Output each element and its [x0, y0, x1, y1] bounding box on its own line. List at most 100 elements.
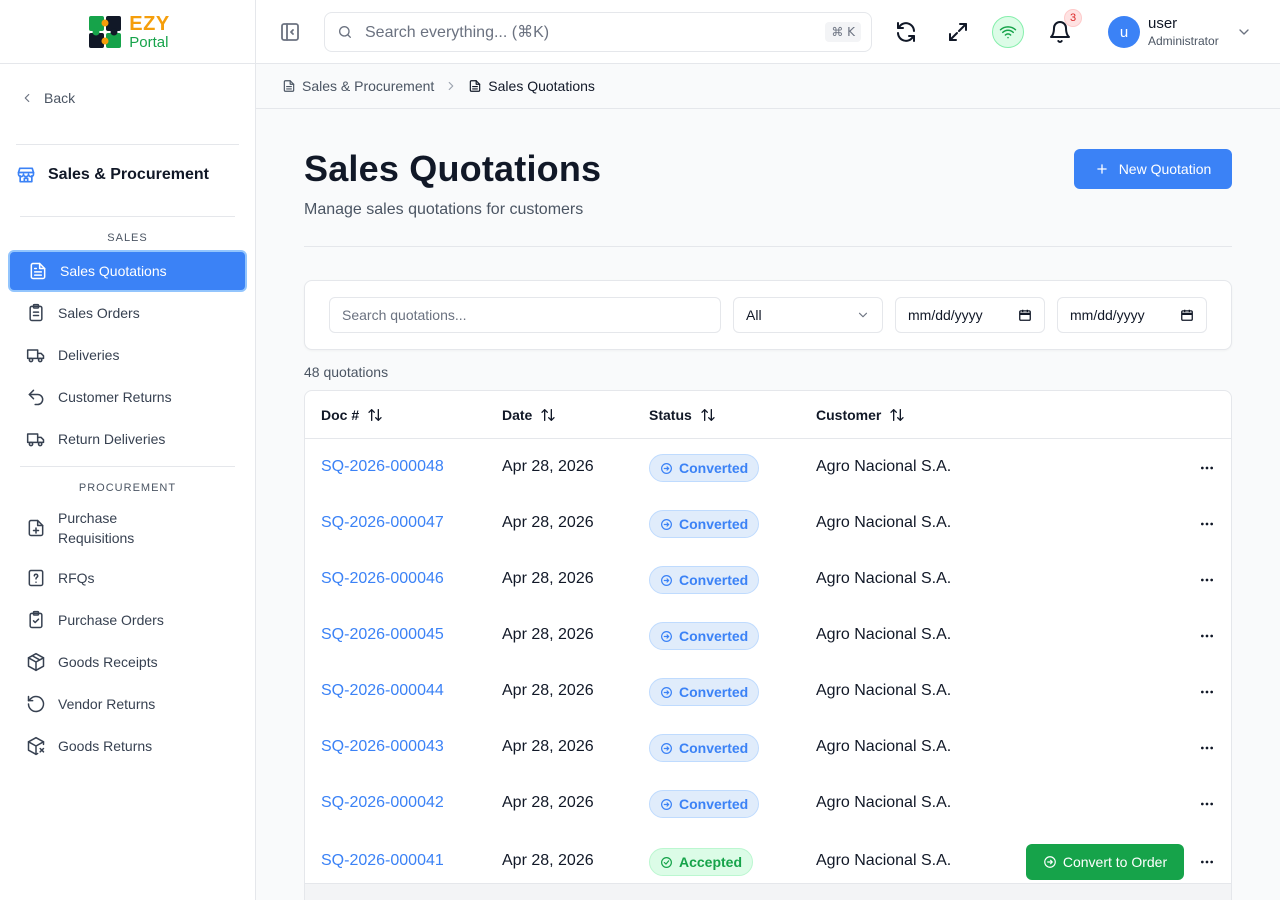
sidebar-item-purchase-requisitions[interactable]: Purchase Requisitions — [8, 506, 247, 550]
date-from-input[interactable]: mm/dd/yyyy — [895, 297, 1045, 333]
table-row[interactable]: SQ-2026-000048 Apr 28, 2026 Converted Agro … — [305, 440, 1231, 496]
row-customer: Agro Nacional S.A. — [816, 626, 952, 643]
column-header-status[interactable]: Status — [649, 407, 716, 423]
column-header-date[interactable]: Date — [502, 407, 556, 423]
doc-number-link[interactable]: SQ-2026-000045 — [321, 626, 444, 644]
convert-to-order-label: Convert to Order — [1062, 854, 1168, 870]
file-question-icon — [28, 569, 44, 587]
doc-number-link[interactable]: SQ-2026-000046 — [321, 570, 444, 588]
sort-icon — [890, 409, 905, 421]
column-header-customer[interactable]: Customer — [816, 407, 905, 423]
doc-number-link[interactable]: SQ-2026-000042 — [321, 794, 444, 812]
app-logo[interactable]: EZY Portal — [85, 12, 169, 52]
status-label: Converted — [679, 572, 749, 588]
row-customer: Agro Nacional S.A. — [816, 458, 952, 475]
table-row[interactable]: SQ-2026-000047 Apr 28, 2026 Converted Agro … — [305, 496, 1231, 552]
sidebar-item-label: RFQs — [58, 570, 95, 586]
status-label: Converted — [679, 740, 749, 756]
section-label-sales: SALES — [107, 232, 148, 244]
more-horizontal-icon[interactable] — [1199, 684, 1215, 700]
module-title-text: Sales & Procurement — [48, 166, 209, 183]
page-title: Sales Quotations — [304, 148, 602, 189]
file-plus-icon — [28, 519, 44, 537]
sidebar-item-label: Purchase Requisitions — [58, 510, 135, 546]
more-horizontal-icon[interactable] — [1199, 740, 1215, 756]
chevron-right-icon — [448, 81, 454, 91]
more-horizontal-icon[interactable] — [1199, 516, 1215, 532]
status-filter-value: All — [746, 307, 762, 323]
arrow-right-circle-icon — [1044, 856, 1056, 868]
fullscreen-icon[interactable] — [946, 20, 970, 44]
breadcrumb-current: Sales Quotations — [488, 78, 595, 94]
row-customer: Agro Nacional S.A. — [816, 514, 952, 531]
package-icon — [27, 652, 45, 672]
status-label: Converted — [679, 628, 749, 644]
status-filter-select[interactable]: All — [733, 297, 883, 333]
sidebar-item-vendor-returns[interactable]: Vendor Returns — [8, 683, 247, 725]
status-badge: Converted — [649, 734, 760, 762]
arrow-right-circle-icon — [661, 742, 672, 754]
doc-number-link[interactable]: SQ-2026-000041 — [321, 852, 444, 870]
global-search[interactable]: Search everything... (⌘K) ⌘ K — [324, 12, 872, 52]
arrow-right-circle-icon — [661, 798, 672, 810]
more-horizontal-icon[interactable] — [1199, 854, 1215, 870]
search-shortcut-badge: ⌘ K — [825, 22, 861, 42]
table-row[interactable]: SQ-2026-000042 Apr 28, 2026 Converted Agro … — [305, 776, 1231, 832]
doc-number-link[interactable]: SQ-2026-000044 — [321, 682, 444, 700]
chevron-down-icon[interactable] — [1236, 24, 1252, 40]
column-header-doc[interactable]: Doc # — [321, 407, 383, 423]
module-title: Sales & Procurement — [16, 165, 209, 185]
table-row[interactable]: SQ-2026-000043 Apr 28, 2026 Converted Agro … — [305, 720, 1231, 776]
sidebar-item-rfqs[interactable]: RFQs — [8, 557, 247, 599]
date-to-input[interactable]: mm/dd/yyyy — [1057, 297, 1207, 333]
refresh-icon[interactable] — [894, 20, 918, 44]
new-quotation-button[interactable]: New Quotation — [1074, 149, 1232, 189]
table-row[interactable]: SQ-2026-000045 Apr 28, 2026 Converted Agro … — [305, 608, 1231, 664]
sidebar-item-goods-returns[interactable]: Goods Returns — [8, 725, 247, 767]
date-from-value: mm/dd/yyyy — [908, 307, 983, 323]
sidebar-collapse-icon[interactable] — [278, 20, 302, 44]
store-icon — [17, 167, 35, 183]
doc-number-link[interactable]: SQ-2026-000047 — [321, 514, 444, 532]
sidebar-item-customer-returns[interactable]: Customer Returns — [8, 376, 247, 418]
chevron-down-icon — [858, 312, 868, 318]
page-subtitle: Manage sales quotations for customers — [304, 201, 584, 218]
sidebar-item-sales-quotations[interactable]: Sales Quotations — [8, 250, 247, 292]
sidebar-item-label: Sales Orders — [58, 305, 140, 321]
wifi-icon — [999, 26, 1017, 39]
sidebar-item-purchase-orders[interactable]: Purchase Orders — [8, 599, 247, 641]
sidebar-item-sales-orders[interactable]: Sales Orders — [8, 292, 247, 334]
more-horizontal-icon[interactable] — [1199, 572, 1215, 588]
sidebar-item-label: Purchase Orders — [58, 612, 164, 628]
back-link[interactable]: Back — [20, 90, 75, 106]
status-badge: Converted — [649, 790, 760, 818]
user-role: Administrator — [1148, 34, 1219, 48]
connection-status[interactable] — [992, 16, 1024, 48]
avatar[interactable]: u — [1108, 16, 1140, 48]
sidebar-item-deliveries[interactable]: Deliveries — [8, 334, 247, 376]
table-row[interactable]: SQ-2026-000046 Apr 28, 2026 Converted Agro … — [305, 552, 1231, 608]
breadcrumb-parent[interactable]: Sales & Procurement — [302, 78, 434, 94]
quotation-search-input[interactable]: Search quotations... — [329, 297, 721, 333]
more-horizontal-icon[interactable] — [1199, 796, 1215, 812]
row-customer: Agro Nacional S.A. — [816, 738, 952, 755]
doc-number-link[interactable]: SQ-2026-000048 — [321, 458, 444, 476]
search-input[interactable]: Search everything... (⌘K) — [365, 22, 813, 42]
user-name[interactable]: user — [1148, 15, 1177, 32]
status-label: Accepted — [679, 854, 743, 870]
table-row[interactable]: SQ-2026-000041 Apr 28, 2026 Accepted Agro N… — [305, 834, 1231, 890]
date-to-value: mm/dd/yyyy — [1070, 307, 1145, 323]
truck-icon — [26, 349, 45, 363]
more-horizontal-icon[interactable] — [1199, 628, 1215, 644]
calendar-icon — [1181, 309, 1193, 321]
status-badge: Converted — [649, 510, 760, 538]
status-badge: Converted — [649, 454, 760, 482]
table-row[interactable]: SQ-2026-000044 Apr 28, 2026 Converted Agro … — [305, 664, 1231, 720]
sidebar-item-return-deliveries[interactable]: Return Deliveries — [8, 418, 247, 460]
status-badge: Accepted — [649, 848, 754, 876]
more-horizontal-icon[interactable] — [1199, 460, 1215, 476]
doc-number-link[interactable]: SQ-2026-000043 — [321, 738, 444, 756]
sidebar-item-goods-receipts[interactable]: Goods Receipts — [8, 641, 247, 683]
new-quotation-label: New Quotation — [1118, 161, 1212, 177]
convert-to-order-button[interactable]: Convert to Order — [1026, 844, 1184, 880]
